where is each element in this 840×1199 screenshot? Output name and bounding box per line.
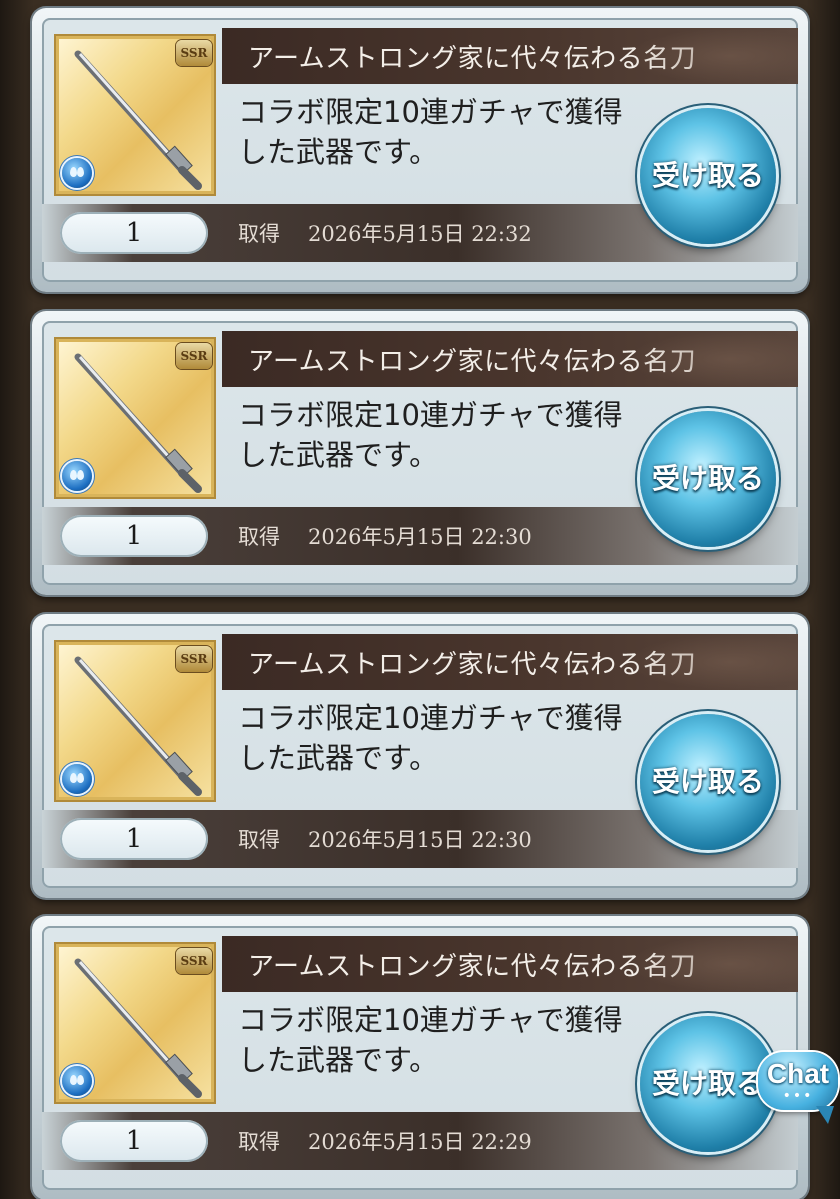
ssr-rarity-badge: SSR [176,40,212,66]
gift-item-card: アームストロング家に代々伝わる名刀 SSR コラボ限定10連ガチャで獲得した武器… [32,916,808,1199]
acquired-label: 取得 [238,1130,280,1154]
chat-button[interactable]: Chat ••• [758,1052,838,1124]
item-quantity: 1 [60,212,208,254]
water-element-icon [62,1066,92,1096]
item-title-bar: アームストロング家に代々伝わる名刀 [222,331,798,387]
weapon-thumbnail: SSR [54,640,216,802]
item-name: アームストロング家に代々伝わる名刀 [248,347,697,377]
receive-button-label: 受け取る [651,462,764,495]
item-description: コラボ限定10連ガチャで獲得した武器です。 [238,701,623,775]
receive-button[interactable]: 受け取る [640,411,776,547]
gift-item-card: アームストロング家に代々伝わる名刀 SSR コラボ限定10連ガチャで獲得した武器… [32,8,808,292]
acquired-date: 2026年5月15日 22:29 [308,1130,532,1154]
acquired-date: 2026年5月15日 22:30 [308,525,532,549]
gift-item-card: アームストロング家に代々伝わる名刀 SSR コラボ限定10連ガチャで獲得した武器… [32,311,808,595]
acquired-label: 取得 [238,828,280,852]
item-description: コラボ限定10連ガチャで獲得した武器です。 [238,398,623,472]
ssr-rarity-badge: SSR [176,343,212,369]
ssr-rarity-badge: SSR [176,948,212,974]
item-name: アームストロング家に代々伝わる名刀 [248,44,697,74]
typing-dots-icon: ••• [782,1088,814,1104]
acquired-date: 2026年5月15日 22:32 [308,222,532,246]
weapon-thumbnail: SSR [54,942,216,1104]
gift-item-panel: アームストロング家に代々伝わる名刀 SSR コラボ限定10連ガチャで獲得した武器… [42,18,798,282]
gift-box-screen: アームストロング家に代々伝わる名刀 SSR コラボ限定10連ガチャで獲得した武器… [0,0,840,1199]
item-description: コラボ限定10連ガチャで獲得した武器です。 [238,95,623,169]
item-title-bar: アームストロング家に代々伝わる名刀 [222,936,798,992]
receive-button-label: 受け取る [651,765,764,798]
weapon-thumbnail: SSR [54,337,216,499]
water-element-icon [62,461,92,491]
receive-button[interactable]: 受け取る [640,108,776,244]
water-element-icon [62,764,92,794]
receive-button-label: 受け取る [651,1067,764,1100]
item-title-bar: アームストロング家に代々伝わる名刀 [222,28,798,84]
item-name: アームストロング家に代々伝わる名刀 [248,952,697,982]
ssr-rarity-badge: SSR [176,646,212,672]
acquired-date: 2026年5月15日 22:30 [308,828,532,852]
acquired-label: 取得 [238,525,280,549]
receive-button-label: 受け取る [651,159,764,192]
gift-item-panel: アームストロング家に代々伝わる名刀 SSR コラボ限定10連ガチャで獲得した武器… [42,624,798,888]
item-title-bar: アームストロング家に代々伝わる名刀 [222,634,798,690]
chat-label: Chat [766,1058,830,1089]
receive-button[interactable]: 受け取る [640,714,776,850]
item-quantity: 1 [60,1120,208,1162]
item-quantity: 1 [60,818,208,860]
acquired-label: 取得 [238,222,280,246]
weapon-thumbnail: SSR [54,34,216,196]
gift-item-panel: アームストロング家に代々伝わる名刀 SSR コラボ限定10連ガチャで獲得した武器… [42,926,798,1190]
gift-item-panel: アームストロング家に代々伝わる名刀 SSR コラボ限定10連ガチャで獲得した武器… [42,321,798,585]
water-element-icon [62,158,92,188]
item-quantity: 1 [60,515,208,557]
gift-item-card: アームストロング家に代々伝わる名刀 SSR コラボ限定10連ガチャで獲得した武器… [32,614,808,898]
receive-button[interactable]: 受け取る [640,1016,776,1152]
item-name: アームストロング家に代々伝わる名刀 [248,650,697,680]
item-description: コラボ限定10連ガチャで獲得した武器です。 [238,1003,623,1077]
